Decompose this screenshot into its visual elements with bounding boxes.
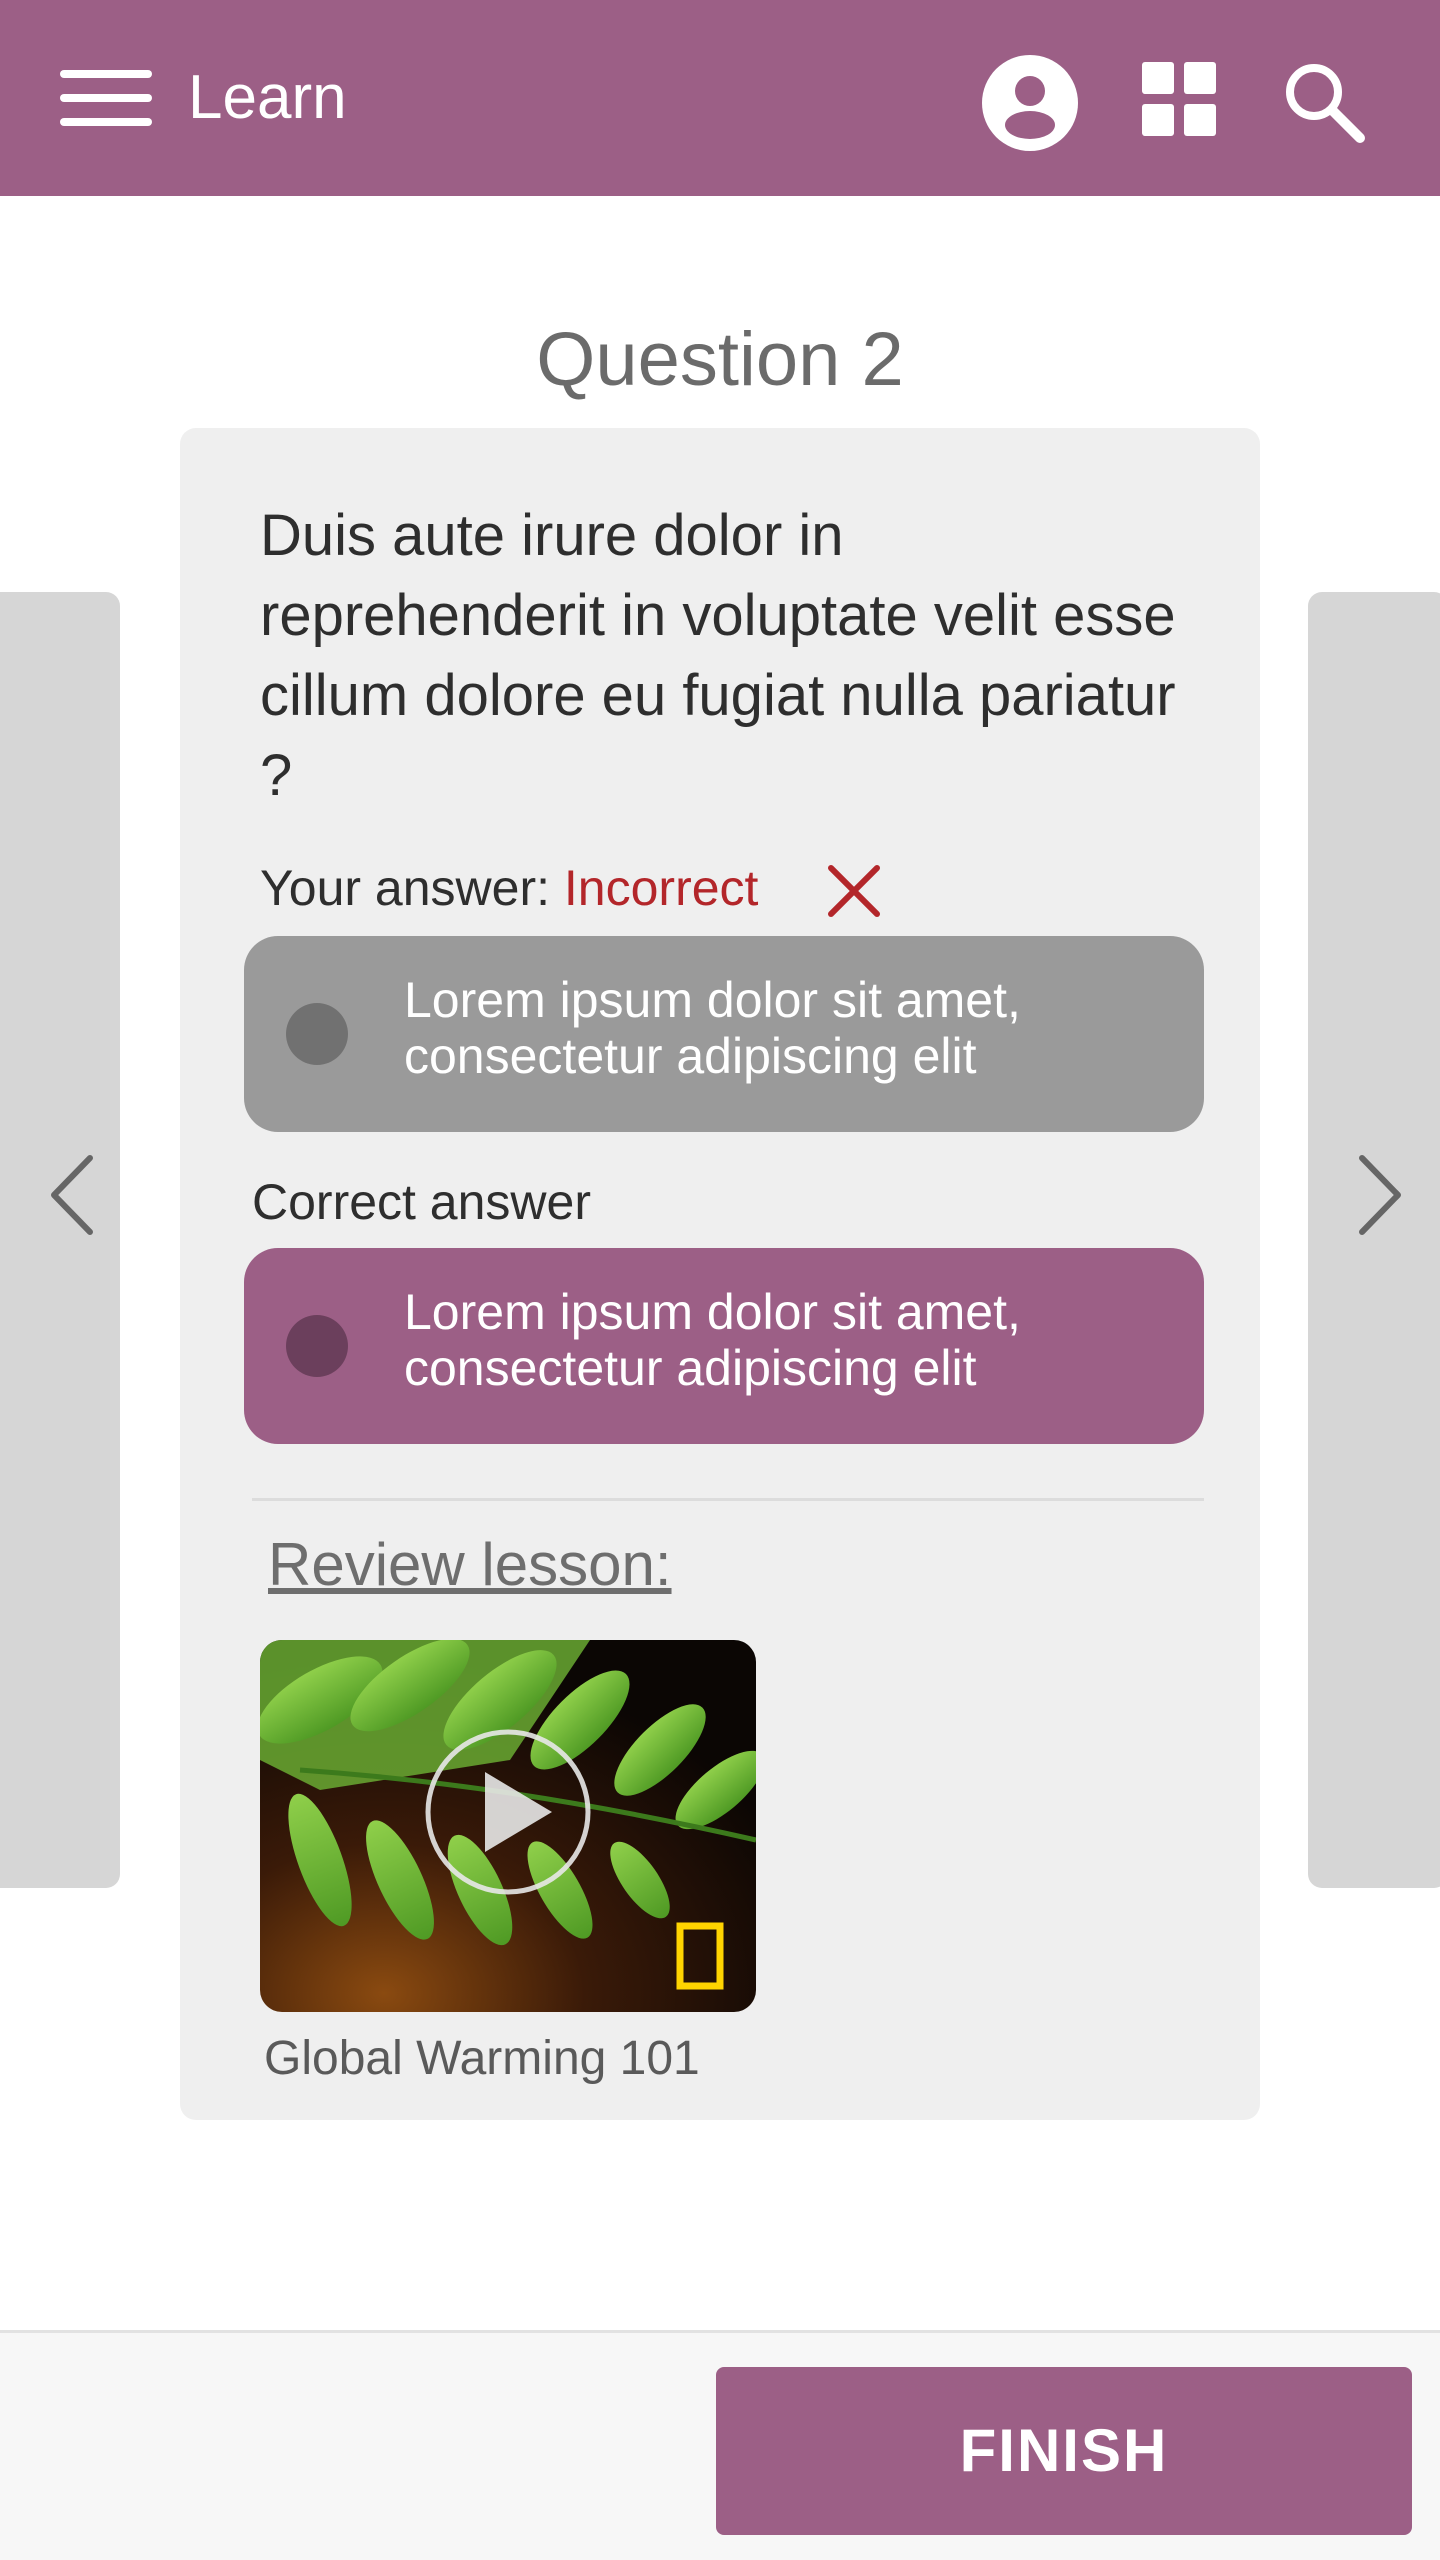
your-answer-text: Lorem ipsum dolor sit amet, consectetur … [404,972,1021,1084]
menu-icon[interactable] [60,70,152,126]
lesson-video-thumbnail[interactable] [260,1640,756,2012]
review-lesson-link[interactable]: Review lesson: [268,1526,672,1604]
search-icon[interactable] [1280,58,1368,146]
answer-status: Incorrect [563,860,759,916]
grid-icon[interactable] [1142,62,1216,136]
correct-answer-text: Lorem ipsum dolor sit amet, consectetur … [404,1284,1021,1396]
correct-answer-label: Correct answer [252,1174,591,1230]
finish-button[interactable]: FINISH [716,2367,1412,2535]
radio-dot-icon [286,1003,348,1065]
profile-icon[interactable] [982,55,1078,151]
chevron-right-icon[interactable] [1350,1150,1410,1240]
chevron-left-icon[interactable] [42,1150,102,1240]
lesson-title: Global Warming 101 [264,2032,700,2085]
radio-dot-icon [286,1315,348,1377]
divider [252,1498,1204,1501]
bottom-bar: FINISH [0,2330,1440,2560]
correct-answer-option[interactable]: Lorem ipsum dolor sit amet, consectetur … [244,1248,1204,1444]
app-title: Learn [188,63,347,132]
app-header: Learn [0,0,1440,196]
question-card: Duis aute irure dolor in reprehenderit i… [180,428,1260,2120]
question-heading: Question 2 [536,317,904,402]
close-icon [825,862,883,920]
question-text: Duis aute irure dolor in reprehenderit i… [260,503,1176,808]
your-answer-label-text: Your answer: [260,860,550,916]
your-answer-label: Your answer: Incorrect [260,856,758,920]
your-answer-option[interactable]: Lorem ipsum dolor sit amet, consectetur … [244,936,1204,1132]
